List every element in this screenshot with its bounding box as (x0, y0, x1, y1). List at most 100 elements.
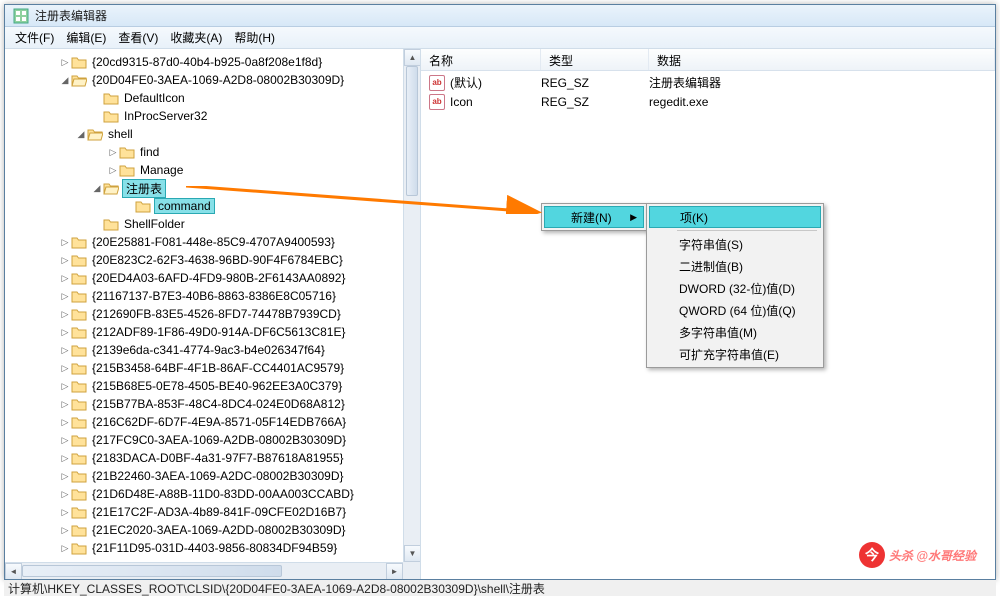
folder-icon (87, 127, 103, 141)
tree-row[interactable]: ◢ shell (11, 125, 403, 143)
tree-row[interactable]: ▷ {2139e6da-c341-4774-9ac3-b4e026347f64} (11, 341, 403, 359)
tree-label: {20cd9315-87d0-40b4-b925-0a8f208e1f8d} (90, 55, 324, 69)
col-name[interactable]: 名称 (421, 49, 541, 70)
tree-row[interactable]: ▷ {21E17C2F-AD3A-4b89-841F-09CFE02D16B7} (11, 503, 403, 521)
menu-item-label: DWORD (32-位)值(D) (679, 280, 795, 297)
tree-row[interactable]: ▷ {215B77BA-853F-48C4-8DC4-024E0D68A812} (11, 395, 403, 413)
tree-row[interactable]: command (11, 197, 403, 215)
menu-new-key[interactable]: 项(K) (649, 206, 821, 228)
tree-row[interactable]: ▷ {217FC9C0-3AEA-1069-A2DB-08002B30309D} (11, 431, 403, 449)
menu-favorites[interactable]: 收藏夹(A) (164, 27, 228, 48)
twisty-icon[interactable]: ▷ (59, 381, 71, 392)
tree-row[interactable]: InProcServer32 (11, 107, 403, 125)
twisty-icon[interactable]: ▷ (59, 471, 71, 482)
twisty-icon[interactable]: ◢ (75, 129, 87, 140)
menu-item[interactable]: 字符串值(S) (649, 233, 821, 255)
twisty-icon[interactable]: ▷ (59, 291, 71, 302)
twisty-icon[interactable]: ▷ (59, 255, 71, 266)
twisty-icon[interactable]: ▷ (59, 345, 71, 356)
tree-label: {215B68E5-0E78-4505-BE40-962EE3A0C379} (90, 379, 344, 393)
menu-item[interactable]: QWORD (64 位)值(Q) (649, 299, 821, 321)
tree-scroll[interactable]: ▷ {20cd9315-87d0-40b4-b925-0a8f208e1f8d}… (5, 49, 403, 562)
tree-row[interactable]: ▷ {20cd9315-87d0-40b4-b925-0a8f208e1f8d} (11, 53, 403, 71)
menu-help[interactable]: 帮助(H) (228, 27, 281, 48)
scroll-right-icon[interactable]: ► (386, 563, 403, 579)
menu-item[interactable]: 可扩充字符串值(E) (649, 343, 821, 365)
twisty-icon[interactable]: ▷ (59, 399, 71, 410)
tree-row[interactable]: ▷ {20ED4A03-6AFD-4FD9-980B-2F6143AA0892} (11, 269, 403, 287)
tree-row[interactable]: DefaultIcon (11, 89, 403, 107)
twisty-icon[interactable]: ▷ (59, 57, 71, 68)
tree-label: {21D6D48E-A88B-11D0-83DD-00AA003CCABD} (90, 487, 356, 501)
twisty-icon[interactable]: ▷ (59, 453, 71, 464)
folder-icon (119, 163, 135, 177)
folder-icon (71, 55, 87, 69)
tree-row[interactable]: ▷ find (11, 143, 403, 161)
scroll-thumb-h[interactable] (22, 565, 282, 577)
menubar: 文件(F) 编辑(E) 查看(V) 收藏夹(A) 帮助(H) (5, 27, 995, 49)
tree-row[interactable]: ▷ {20E25881-F081-448e-85C9-4707A9400593} (11, 233, 403, 251)
tree-row[interactable]: ShellFolder (11, 215, 403, 233)
menu-item[interactable]: 二进制值(B) (649, 255, 821, 277)
scroll-up-icon[interactable]: ▲ (404, 49, 421, 66)
folder-icon (71, 379, 87, 393)
tree-label: {217FC9C0-3AEA-1069-A2DB-08002B30309D} (90, 433, 348, 447)
titlebar[interactable]: 注册表编辑器 (5, 5, 995, 27)
twisty-icon[interactable]: ▷ (59, 309, 71, 320)
menu-edit[interactable]: 编辑(E) (60, 27, 112, 48)
menu-item-label: 可扩充字符串值(E) (679, 346, 779, 363)
col-type[interactable]: 类型 (541, 49, 649, 70)
tree-label: {212ADF89-1F86-49D0-914A-DF6C5613C81E} (90, 325, 347, 339)
folder-icon (71, 253, 87, 267)
tree-row[interactable]: ▷ {20E823C2-62F3-4638-96BD-90F4F6784EBC} (11, 251, 403, 269)
twisty-icon[interactable]: ▷ (59, 237, 71, 248)
tree-row[interactable]: ▷ {216C62DF-6D7F-4E9A-8571-05F14EDB766A} (11, 413, 403, 431)
twisty-icon[interactable]: ◢ (59, 75, 71, 86)
twisty-icon[interactable]: ◢ (91, 183, 103, 194)
twisty-icon[interactable]: ▷ (59, 435, 71, 446)
twisty-icon[interactable]: ▷ (59, 525, 71, 536)
value-row[interactable]: abIcon REG_SZ regedit.exe (421, 92, 995, 111)
twisty-icon[interactable]: ▷ (59, 543, 71, 554)
twisty-icon[interactable]: ▷ (59, 507, 71, 518)
tree-row[interactable]: ◢ {20D04FE0-3AEA-1069-A2D8-08002B30309D} (11, 71, 403, 89)
scroll-down-icon[interactable]: ▼ (404, 545, 421, 562)
tree-row[interactable]: ▷ {215B68E5-0E78-4505-BE40-962EE3A0C379} (11, 377, 403, 395)
tree-row[interactable]: ▷ {212ADF89-1F86-49D0-914A-DF6C5613C81E} (11, 323, 403, 341)
menu-new-label: 新建(N) (571, 209, 612, 226)
twisty-icon[interactable]: ▷ (59, 327, 71, 338)
twisty-icon[interactable]: ▷ (59, 417, 71, 428)
tree-row[interactable]: ▷ {21B22460-3AEA-1069-A2DC-08002B30309D} (11, 467, 403, 485)
tree-row[interactable]: ◢ 注册表 (11, 179, 403, 197)
menu-item[interactable]: 多字符串值(M) (649, 321, 821, 343)
folder-icon (71, 451, 87, 465)
scroll-thumb[interactable] (406, 66, 418, 196)
twisty-icon[interactable]: ▷ (107, 165, 119, 176)
tree-row[interactable]: ▷ {21F11D95-031D-4403-9856-80834DF94B59} (11, 539, 403, 557)
col-data[interactable]: 数据 (649, 49, 995, 70)
twisty-icon[interactable]: ▷ (107, 147, 119, 158)
scroll-left-icon[interactable]: ◄ (5, 563, 22, 579)
tree-row[interactable]: ▷ {2183DACA-D0BF-4a31-97F7-B87618A81955} (11, 449, 403, 467)
tree-row[interactable]: ▷ {21EC2020-3AEA-1069-A2DD-08002B30309D} (11, 521, 403, 539)
twisty-icon[interactable]: ▷ (59, 363, 71, 374)
menu-file[interactable]: 文件(F) (9, 27, 60, 48)
scrollbar-vertical[interactable]: ▲ ▼ (403, 49, 420, 562)
tree-label: {212690FB-83E5-4526-8FD7-74478B7939CD} (90, 307, 343, 321)
menu-item[interactable]: DWORD (32-位)值(D) (649, 277, 821, 299)
scrollbar-horizontal[interactable]: ◄ ► (5, 562, 403, 579)
tree-row[interactable]: ▷ {212690FB-83E5-4526-8FD7-74478B7939CD} (11, 305, 403, 323)
menu-new[interactable]: 新建(N) ▶ (544, 206, 644, 228)
twisty-icon[interactable]: ▷ (59, 489, 71, 500)
tree-label: command (154, 198, 215, 214)
submenu-new: 项(K) 字符串值(S)二进制值(B) DWORD (32-位)值(D) QWORD… (646, 203, 824, 368)
tree-row[interactable]: ▷ {215B3458-64BF-4F1B-86AF-CC4401AC9579} (11, 359, 403, 377)
tree-label: Manage (138, 163, 185, 177)
window-title: 注册表编辑器 (35, 7, 107, 24)
tree-row[interactable]: ▷ Manage (11, 161, 403, 179)
tree-row[interactable]: ▷ {21D6D48E-A88B-11D0-83DD-00AA003CCABD} (11, 485, 403, 503)
menu-view[interactable]: 查看(V) (112, 27, 164, 48)
twisty-icon[interactable]: ▷ (59, 273, 71, 284)
tree-row[interactable]: ▷ {21167137-B7E3-40B6-8863-8386E8C05716} (11, 287, 403, 305)
value-row[interactable]: ab(默认) REG_SZ 注册表编辑器 (421, 73, 995, 92)
